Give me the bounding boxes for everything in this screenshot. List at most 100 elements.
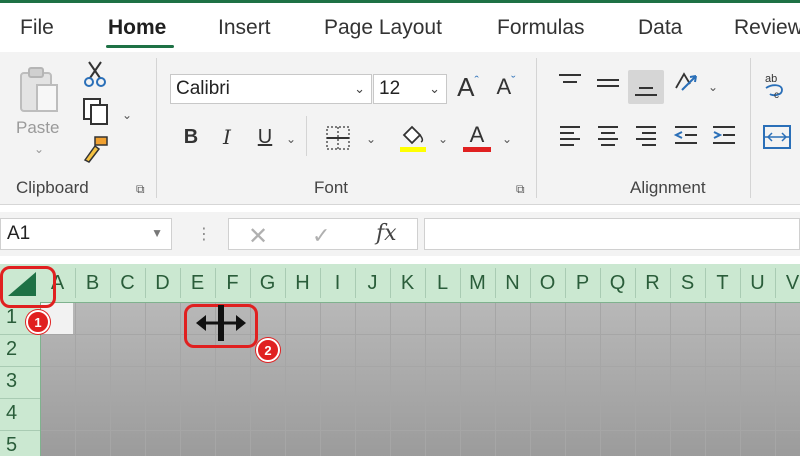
copy-button[interactable] [80, 96, 112, 126]
chevron-down-icon: ⌄ [429, 81, 440, 96]
align-center-button[interactable] [592, 120, 624, 150]
group-separator [750, 58, 751, 198]
gridline [41, 334, 800, 335]
column-header-k[interactable]: K [390, 272, 425, 295]
tab-review[interactable]: Review [734, 16, 800, 40]
top-align-button[interactable] [554, 68, 586, 98]
column-header-n[interactable]: N [495, 272, 530, 295]
underline-dropdown-icon[interactable]: ⌄ [286, 132, 296, 146]
paste-label: Paste [16, 118, 60, 137]
font-color-button[interactable]: A [460, 120, 494, 154]
alignment-group-label: Alignment [630, 178, 706, 197]
gridline [670, 303, 671, 456]
column-header-b[interactable]: B [75, 272, 110, 295]
column-header-f[interactable]: F [215, 272, 250, 295]
decrease-font-size-button[interactable]: A ˇ [490, 70, 522, 104]
gridline [390, 303, 391, 456]
column-header-i[interactable]: I [320, 272, 355, 295]
bottom-align-button[interactable] [630, 72, 662, 102]
align-bottom-icon [635, 87, 657, 96]
font-size-dropdown[interactable]: 12 ⌄ [373, 74, 447, 104]
clipboard-launcher-icon[interactable]: ⧉ [136, 182, 145, 197]
vertical-dots-icon[interactable]: ⋮ [196, 224, 212, 244]
callout-badge-1: 1 [26, 310, 50, 334]
align-middle-icon [597, 79, 619, 87]
paste-dropdown-icon[interactable]: ⌄ [34, 142, 44, 156]
row-divider [0, 398, 40, 399]
tab-home[interactable]: Home [108, 16, 166, 40]
copy-dropdown-icon[interactable]: ⌄ [122, 108, 132, 122]
column-header-d[interactable]: D [145, 272, 180, 295]
column-header-s[interactable]: S [670, 272, 705, 295]
increase-font-size-button[interactable]: A ˆ [452, 70, 484, 104]
row-header-4[interactable]: 4 [6, 402, 17, 425]
tab-page-layout[interactable]: Page Layout [324, 16, 442, 40]
increase-indent-button[interactable] [708, 120, 740, 150]
paint-bucket-icon [400, 125, 426, 152]
font-group-label: Font [314, 178, 349, 197]
fill-color-dropdown-icon[interactable]: ⌄ [438, 132, 448, 146]
svg-text:c: c [774, 90, 779, 100]
group-separator [156, 58, 157, 198]
decrease-indent-button[interactable] [670, 120, 702, 150]
column-header-v[interactable]: V [775, 272, 800, 295]
row-divider [0, 366, 40, 367]
column-header-j[interactable]: J [355, 272, 390, 295]
borders-icon [326, 126, 350, 150]
orientation-dropdown-icon[interactable]: ⌄ [708, 80, 718, 94]
font-launcher-icon[interactable]: ⧉ [516, 182, 525, 197]
font-color-dropdown-icon[interactable]: ⌄ [502, 132, 512, 146]
font-name-dropdown[interactable]: Calibri ⌄ [170, 74, 372, 104]
italic-button[interactable]: I [214, 122, 240, 152]
column-header-t[interactable]: T [705, 272, 740, 295]
column-header-o[interactable]: O [530, 272, 565, 295]
underline-icon: U [257, 125, 273, 148]
borders-dropdown-icon[interactable]: ⌄ [366, 132, 376, 146]
gridline [75, 303, 76, 456]
paste-button[interactable] [14, 62, 64, 118]
row-header-2[interactable]: 2 [6, 338, 17, 361]
formula-input[interactable] [424, 218, 800, 250]
cell-area[interactable] [41, 303, 800, 456]
name-box[interactable]: A1 ▼ [0, 218, 172, 250]
wrap-text-button[interactable]: ab c [760, 68, 794, 102]
column-header-e[interactable]: E [180, 272, 215, 295]
column-header-h[interactable]: H [285, 272, 320, 295]
formula-bar: A1 ▼ ⋮ ✕ ✓ fx [0, 212, 800, 256]
row-header-5[interactable]: 5 [6, 434, 17, 456]
cancel-icon[interactable]: ✕ [248, 222, 268, 251]
align-right-button[interactable] [630, 120, 662, 150]
underline-button[interactable]: U [252, 122, 278, 152]
bold-icon: B [183, 125, 199, 148]
column-header-l[interactable]: L [425, 272, 460, 295]
checkmark-icon[interactable]: ✓ [312, 223, 330, 249]
tab-formulas[interactable]: Formulas [497, 16, 585, 40]
cut-button[interactable] [82, 60, 108, 88]
tab-data[interactable]: Data [638, 16, 682, 40]
column-header-g[interactable]: G [250, 272, 285, 295]
align-left-button[interactable] [554, 120, 586, 150]
format-painter-button[interactable] [80, 134, 112, 164]
align-left-icon [560, 126, 580, 146]
gridline [41, 366, 800, 367]
tab-file[interactable]: File [20, 16, 54, 40]
insert-function-button[interactable]: fx [376, 221, 397, 246]
row-header-3[interactable]: 3 [6, 370, 17, 393]
gridline [320, 303, 321, 456]
borders-button[interactable] [322, 122, 354, 154]
orientation-button[interactable] [670, 68, 702, 98]
row-header-1[interactable]: 1 [6, 306, 17, 329]
column-header-r[interactable]: R [635, 272, 670, 295]
column-header-p[interactable]: P [565, 272, 600, 295]
fill-color-button[interactable] [396, 120, 430, 154]
tab-insert[interactable]: Insert [218, 16, 271, 40]
column-header-c[interactable]: C [110, 272, 145, 295]
column-header-q[interactable]: Q [600, 272, 635, 295]
row-divider [0, 334, 40, 335]
middle-align-button[interactable] [592, 68, 624, 98]
merge-center-button[interactable] [760, 120, 794, 154]
column-header-u[interactable]: U [740, 272, 775, 295]
row-divider [0, 430, 40, 431]
column-header-m[interactable]: M [460, 272, 495, 295]
bold-button[interactable]: B [178, 122, 204, 152]
